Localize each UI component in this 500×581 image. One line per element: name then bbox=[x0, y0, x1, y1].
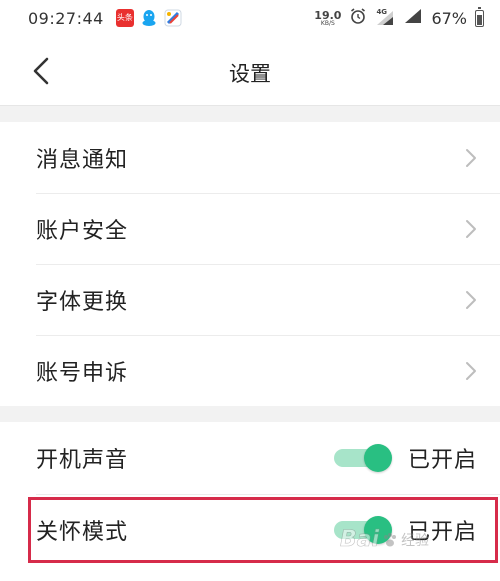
chevron-right-icon bbox=[466, 290, 476, 309]
chevron-right-icon bbox=[466, 361, 476, 380]
battery-percent: 67% bbox=[431, 8, 467, 28]
network-speed-value: 19.0 bbox=[314, 8, 342, 22]
settings-group-general: 消息通知 账户安全 字体更换 账号申诉 bbox=[0, 122, 500, 406]
settings-item-message-notification[interactable]: 消息通知 bbox=[0, 122, 500, 193]
battery-icon bbox=[475, 6, 484, 27]
toggle-status-text: 已开启 bbox=[408, 448, 478, 473]
settings-item-label: 消息通知 bbox=[36, 147, 129, 173]
signal-4g-label: 4G bbox=[376, 8, 388, 16]
status-bar: 09:27:44 头条 19.0 KB/S 4G 67% bbox=[0, 0, 500, 36]
settings-item-font-change[interactable]: 字体更换 bbox=[0, 264, 500, 335]
toutiao-app-icon: 头条 bbox=[115, 9, 134, 27]
watermark: Bai 经验 bbox=[340, 527, 430, 553]
settings-item-account-security[interactable]: 账户安全 bbox=[0, 193, 500, 264]
nav-bar: 设置 bbox=[0, 36, 500, 106]
settings-group-toggles: 开机声音 已开启 关怀模式 已开启 bbox=[0, 422, 500, 581]
network-speed: 19.0 KB/S bbox=[314, 10, 341, 27]
signal-4g-icon: 4G bbox=[375, 8, 395, 27]
toggle-knob bbox=[364, 444, 392, 472]
signal-icon bbox=[403, 7, 423, 29]
page-title: 设置 bbox=[229, 62, 271, 86]
watermark-brand: Bai bbox=[340, 527, 380, 553]
chevron-right-icon bbox=[466, 148, 476, 167]
settings-item-label: 账号申诉 bbox=[36, 360, 129, 386]
status-time: 09:27:44 bbox=[28, 8, 104, 28]
settings-item-boot-sound: 开机声音 已开启 bbox=[0, 422, 500, 494]
chevron-right-icon bbox=[466, 219, 476, 238]
settings-item-label: 字体更换 bbox=[36, 289, 129, 315]
boot-sound-toggle[interactable] bbox=[334, 444, 392, 472]
qq-app-icon bbox=[140, 9, 158, 27]
network-speed-unit: KB/S bbox=[320, 19, 335, 27]
settings-item-label: 开机声音 bbox=[36, 448, 129, 473]
settings-item-label: 关怀模式 bbox=[36, 520, 129, 545]
toutiao-badge-text: 头条 bbox=[116, 13, 133, 22]
alarm-icon bbox=[349, 7, 367, 29]
status-right: 19.0 KB/S 4G 67% bbox=[314, 6, 484, 29]
watermark-sub: 经验 bbox=[401, 532, 430, 549]
paw-icon bbox=[384, 532, 397, 546]
browser-app-icon bbox=[164, 9, 182, 27]
status-app-icons: 头条 bbox=[115, 9, 182, 27]
settings-item-label: 账户安全 bbox=[36, 218, 129, 244]
settings-item-account-appeal[interactable]: 账号申诉 bbox=[0, 335, 500, 406]
